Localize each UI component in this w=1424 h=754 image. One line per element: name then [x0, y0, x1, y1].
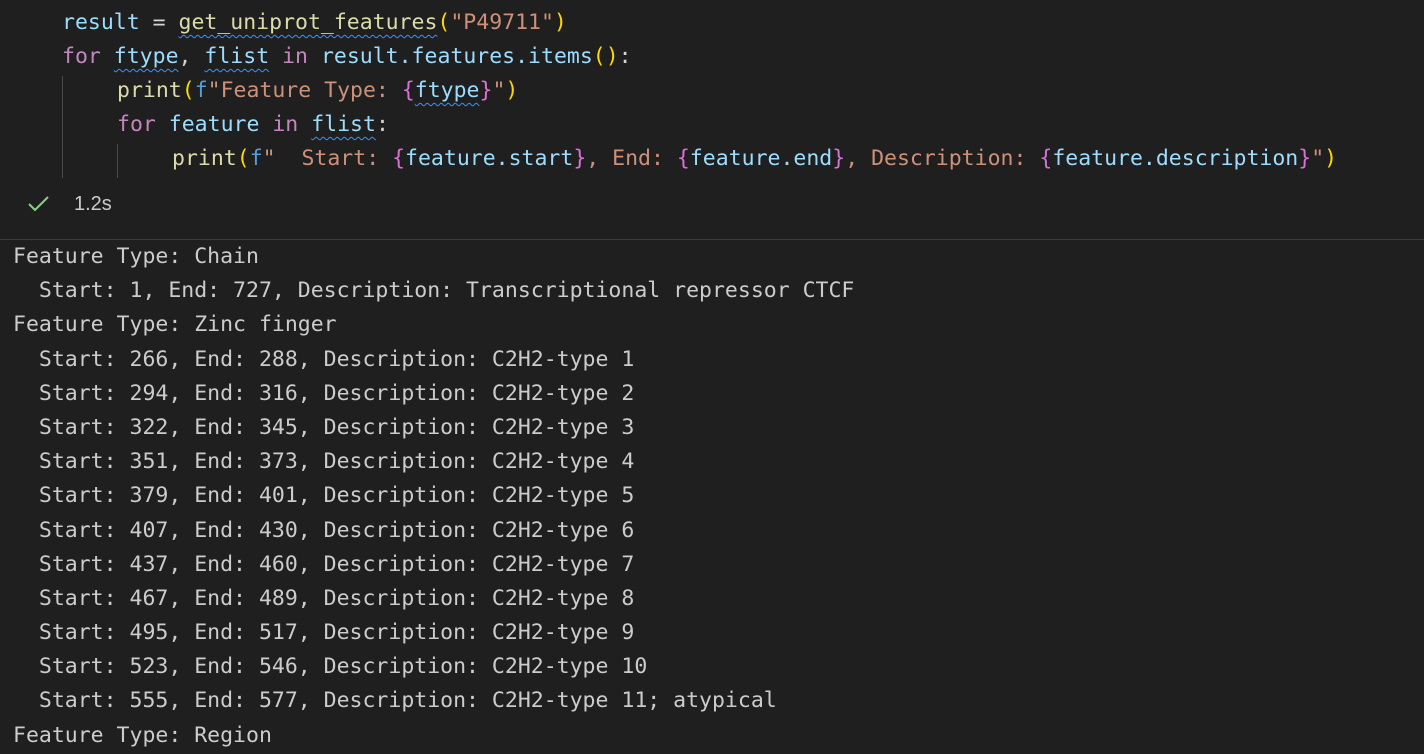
- code-token: ): [553, 10, 567, 35]
- code-token: (: [181, 78, 195, 103]
- indent-guide: [62, 76, 63, 178]
- output-line: Feature Type: Chain: [13, 244, 259, 269]
- code-token: for: [117, 112, 156, 137]
- output-line: Start: 379, End: 401, Description: C2H2-…: [13, 483, 635, 509]
- code-token: {: [401, 78, 415, 103]
- code-token: ": [1311, 146, 1325, 171]
- code-token: }: [1298, 146, 1312, 171]
- output-line: Start: 351, End: 373, Description: C2H2-…: [13, 449, 635, 475]
- code-token: ftype: [414, 78, 480, 103]
- checkmark-icon: [27, 194, 51, 214]
- code-line-3[interactable]: print(f"Feature Type: {ftype}"): [117, 74, 518, 108]
- execution-duration: 1.2s: [74, 193, 112, 215]
- code-token: {: [392, 146, 406, 171]
- code-token: f: [194, 78, 208, 103]
- notebook-cell: result = get_uniprot_features("P49711") …: [0, 0, 1424, 754]
- code-token: :: [618, 44, 632, 69]
- code-token: , Description:: [845, 146, 1040, 171]
- code-token: {: [676, 146, 690, 171]
- code-token: get_uniprot_features: [178, 10, 438, 35]
- code-token: print: [117, 78, 182, 103]
- code-token: " Start:: [262, 146, 393, 171]
- code-token: =: [139, 10, 179, 35]
- output-line: Start: 294, End: 316, Description: C2H2-…: [13, 380, 635, 406]
- code-token: }: [573, 146, 587, 171]
- code-token: }: [832, 146, 846, 171]
- output-line: Start: 437, End: 460, Description: C2H2-…: [13, 551, 635, 577]
- code-token: result.features.items: [320, 44, 593, 69]
- output-line: Start: 555, End: 577, Description: C2H2-…: [13, 688, 777, 714]
- code-token: ": [492, 78, 506, 103]
- code-line-2[interactable]: for ftype, flist in result.features.item…: [62, 40, 632, 74]
- code-token: }: [479, 78, 493, 103]
- code-token: (: [437, 10, 451, 35]
- code-token: flist: [311, 112, 376, 137]
- code-token: flist: [204, 44, 270, 69]
- cell-execution-status: 1.2s: [0, 186, 1424, 222]
- code-token: ftype: [113, 44, 179, 69]
- code-token: in: [272, 112, 299, 137]
- code-token: ): [505, 78, 519, 103]
- code-token: ): [1324, 146, 1338, 171]
- code-token: feature.start: [405, 146, 574, 171]
- code-token: "P49711": [450, 10, 554, 35]
- code-token: (): [592, 44, 619, 69]
- code-line-1[interactable]: result = get_uniprot_features("P49711"): [62, 6, 567, 40]
- code-line-5[interactable]: print(f" Start: {feature.start}, End: {f…: [172, 142, 1337, 176]
- cell-output: Feature Type: Chain Start: 1, End: 727, …: [13, 240, 1413, 753]
- output-line: Feature Type: Region: [13, 722, 272, 748]
- code-token: ,: [178, 44, 205, 69]
- code-line-4[interactable]: for feature in flist:: [117, 108, 389, 142]
- code-token: print: [172, 146, 237, 171]
- output-line: Start: 523, End: 546, Description: C2H2-…: [13, 654, 648, 680]
- indent-guide: [117, 144, 118, 178]
- output-line: Feature Type: Zinc finger: [13, 312, 337, 338]
- code-token: feature.end: [689, 146, 833, 171]
- code-token: {: [1039, 146, 1053, 171]
- output-line: Start: 1, End: 727, Description: Transcr…: [13, 278, 855, 304]
- code-token: (: [236, 146, 250, 171]
- code-token: f: [249, 146, 263, 171]
- code-token: for: [62, 44, 101, 69]
- code-token: in: [282, 44, 308, 69]
- output-line: Start: 495, End: 517, Description: C2H2-…: [13, 620, 635, 646]
- code-token: "Feature Type:: [207, 78, 402, 103]
- output-line: Start: 467, End: 489, Description: C2H2-…: [13, 585, 635, 611]
- output-line: Start: 266, End: 288, Description: C2H2-…: [13, 346, 635, 372]
- code-token: feature: [168, 112, 260, 137]
- output-line: Start: 322, End: 345, Description: C2H2-…: [13, 414, 635, 440]
- code-token: :: [375, 112, 389, 137]
- code-token: feature.description: [1052, 146, 1299, 171]
- code-token: result: [62, 10, 140, 35]
- code-token: , End:: [586, 146, 677, 171]
- output-line: Start: 407, End: 430, Description: C2H2-…: [13, 517, 635, 543]
